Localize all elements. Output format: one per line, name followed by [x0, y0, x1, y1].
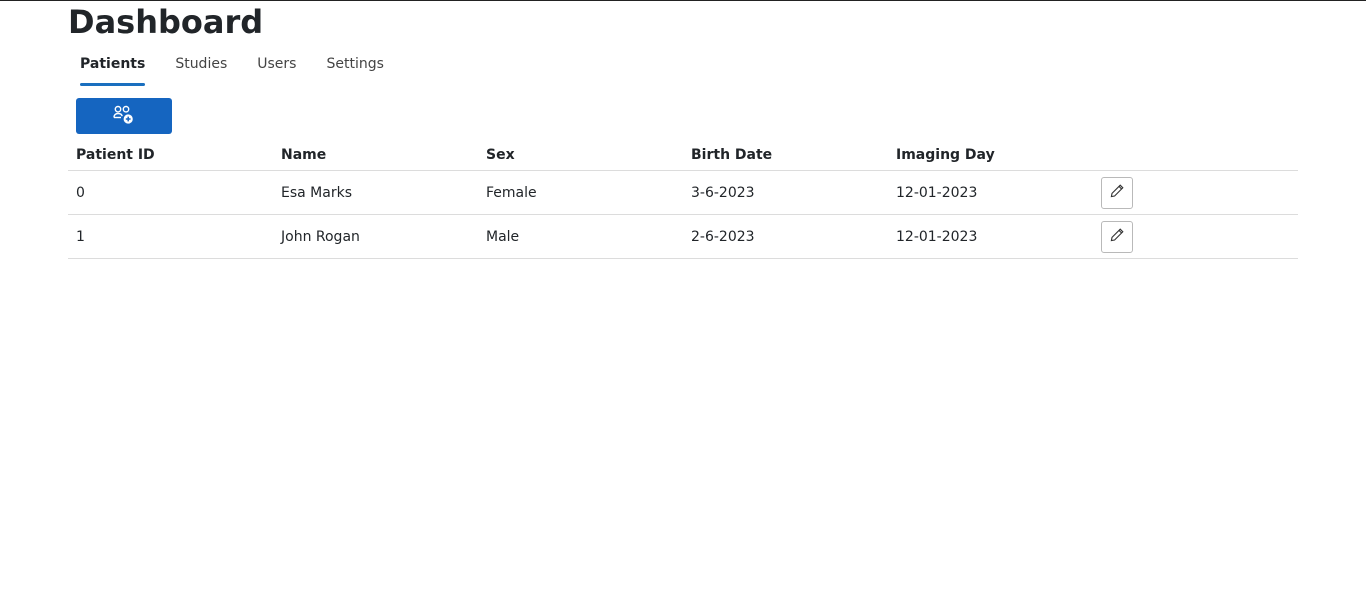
cell-imaging-day: 12-01-2023: [888, 170, 1093, 215]
add-user-icon: [113, 105, 135, 128]
pencil-icon: [1109, 183, 1125, 202]
cell-name: John Rogan: [273, 214, 478, 259]
cell-birth-date: 2-6-2023: [683, 214, 888, 259]
column-header-patient-id[interactable]: Patient ID: [68, 139, 273, 171]
cell-imaging-day: 12-01-2023: [888, 214, 1093, 259]
tab-patients[interactable]: Patients: [68, 52, 157, 86]
cell-name: Esa Marks: [273, 170, 478, 215]
cell-actions: [1093, 214, 1298, 259]
table-row[interactable]: 1 John Rogan Male 2-6-2023 12-01-2023: [68, 214, 1298, 259]
cell-actions: [1093, 170, 1298, 215]
tab-bar: Patients Studies Users Settings: [68, 52, 396, 86]
column-header-actions: [1093, 139, 1298, 171]
add-patient-button[interactable]: [76, 98, 172, 134]
cell-patient-id: 0: [68, 170, 273, 215]
page-title: Dashboard: [68, 3, 264, 41]
cell-sex: Female: [478, 170, 683, 215]
tab-studies[interactable]: Studies: [163, 52, 239, 86]
patients-table: Patient ID Name Sex Birth Date Imaging D…: [68, 139, 1298, 259]
tab-settings[interactable]: Settings: [314, 52, 395, 86]
cell-sex: Male: [478, 214, 683, 259]
column-header-imaging-day[interactable]: Imaging Day: [888, 139, 1093, 171]
table-header-row: Patient ID Name Sex Birth Date Imaging D…: [68, 139, 1298, 171]
table-row[interactable]: 0 Esa Marks Female 3-6-2023 12-01-2023: [68, 170, 1298, 215]
cell-patient-id: 1: [68, 214, 273, 259]
tab-users[interactable]: Users: [245, 52, 308, 86]
pencil-icon: [1109, 227, 1125, 246]
column-header-name[interactable]: Name: [273, 139, 478, 171]
edit-patient-button[interactable]: [1101, 220, 1133, 253]
column-header-birth-date[interactable]: Birth Date: [683, 139, 888, 171]
window-top-border: [0, 0, 1366, 1]
cell-birth-date: 3-6-2023: [683, 170, 888, 215]
edit-patient-button[interactable]: [1101, 176, 1133, 209]
column-header-sex[interactable]: Sex: [478, 139, 683, 171]
